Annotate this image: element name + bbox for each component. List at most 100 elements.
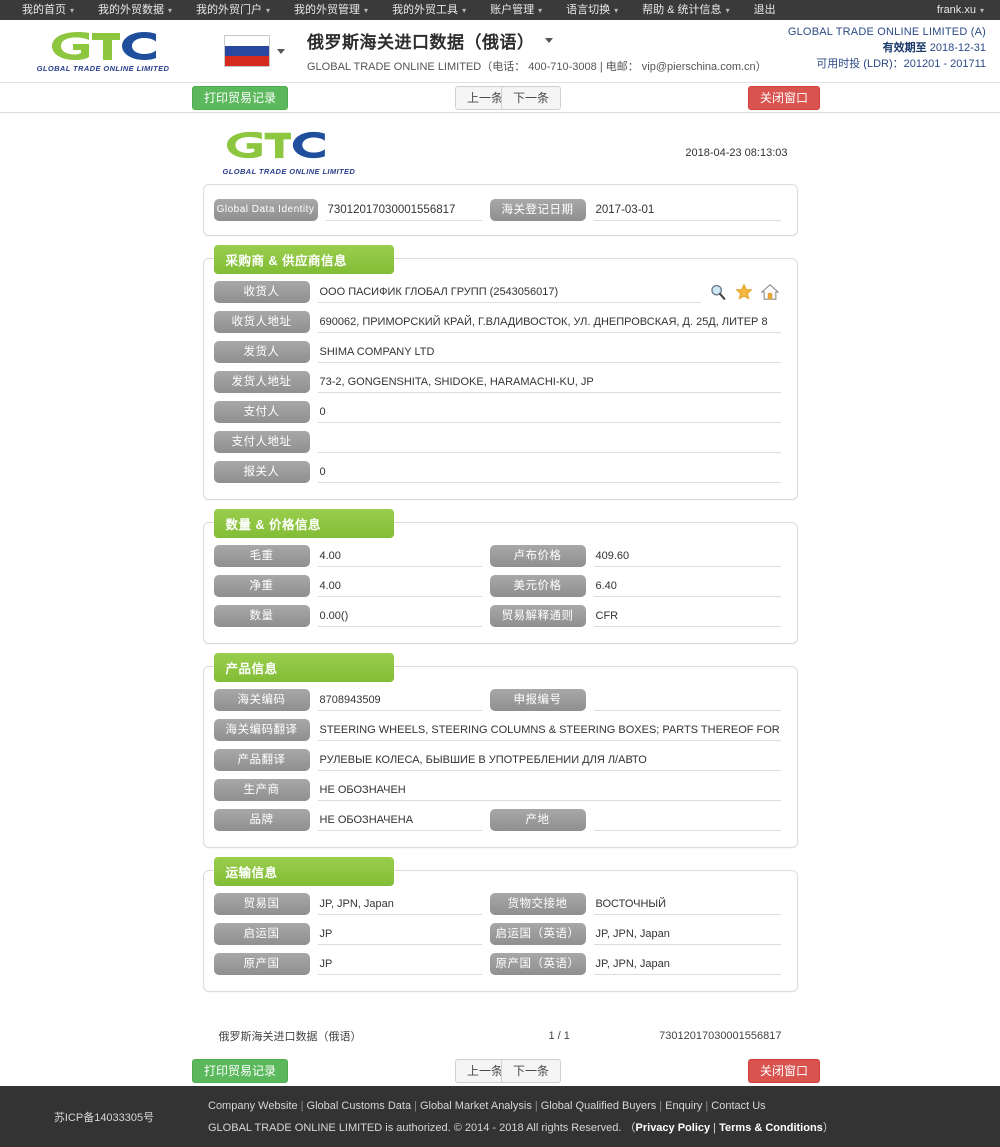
footer-content: Company Website | Global Customs Data | Glob… xyxy=(208,1095,834,1139)
consignee-address-label: 收货人地址 xyxy=(213,311,310,333)
nav-item-label: 退出 xyxy=(753,4,776,16)
global-data-identity-value: 73012017030001556817 xyxy=(325,199,482,221)
hs-code-value: 8708943509 xyxy=(317,689,482,711)
origin-place-value xyxy=(593,809,781,831)
document-logo-subtitle: GLOBAL TRADE ONLINE LIMITED xyxy=(222,167,356,176)
header-title-block: 俄罗斯海关进口数据（俄语） GLOBAL TRADE ONLINE LIMITE… xyxy=(307,28,767,74)
declaration-number-value xyxy=(593,689,781,711)
copyright-text: GLOBAL TRADE ONLINE LIMITED is authorize… xyxy=(208,1121,636,1134)
field-net-weight: 净重 4.00 xyxy=(213,575,482,597)
footer-link-global-customs-data[interactable]: Global Customs Data xyxy=(307,1100,412,1112)
brand-logo[interactable]: GLOBAL TRADE ONLINE LIMITED xyxy=(28,29,178,73)
field-consignee: 收货人 ООО ПАСИФИК ГЛОБАЛ ГРУПП (2543056017… xyxy=(213,281,781,303)
user-menu[interactable]: frank.xu ▾ xyxy=(925,0,990,21)
footer-link-global-qualified-buyers[interactable]: Global Qualified Buyers xyxy=(541,1100,657,1112)
account-name: GLOBAL TRADE ONLINE LIMITED (A) xyxy=(787,26,986,38)
close-window-button[interactable]: 关闭窗口 xyxy=(748,86,821,110)
language-flag-selector[interactable] xyxy=(224,35,285,67)
footer-link-privacy-policy[interactable]: Privacy Policy xyxy=(636,1122,711,1134)
nav-item-0[interactable]: 我的首页 ▾ xyxy=(10,0,86,21)
nav-item-4[interactable]: 我的外贸工具 ▾ xyxy=(380,0,478,21)
buyer-supplier-section: 采购商 & 供应商信息 收货人 ООО ПАСИФИК ГЛОБАЛ ГРУПП… xyxy=(202,245,798,500)
footer-separator: | xyxy=(659,1099,663,1112)
nav-item-label: 我的外贸管理 xyxy=(294,3,361,16)
hs-code-description-value: STEERING WHEELS, STEERING COLUMNS & STEE… xyxy=(317,719,781,741)
field-pair-origin-country: 原产国 JP 原产国（英语） JP, JPN, Japan xyxy=(213,953,781,975)
quantity-price-section: 数量 & 价格信息 毛重 4.00 卢布价格 409.60 净重 4.00 美元… xyxy=(202,509,798,644)
brand-label: 品牌 xyxy=(213,809,310,831)
top-navigation-bar: 我的首页 ▾ 我的外贸数据 ▾ 我的外贸门户 ▾ 我的外贸管理 ▾ 我的外贸工具 ▾ 账户… xyxy=(0,0,1000,20)
home-icon[interactable] xyxy=(760,283,779,301)
departure-country-label: 启运国 xyxy=(213,923,310,945)
field-pair-departure-country: 启运国 JP 启运国（英语） JP, JPN, Japan xyxy=(213,923,781,945)
net-weight-value: 4.00 xyxy=(317,575,482,597)
declaration-number-label: 申报编号 xyxy=(489,689,586,711)
departure-country-en-value: JP, JPN, Japan xyxy=(593,923,781,945)
chevron-down-icon: ▾ xyxy=(979,5,984,15)
field-rub-price: 卢布价格 409.60 xyxy=(489,545,781,567)
field-pair-gross-weight: 毛重 4.00 卢布价格 409.60 xyxy=(213,545,781,567)
field-shipper-address: 发货人地址 73-2, GONGENSHITA, SHIDOKE, HARAMA… xyxy=(213,371,781,393)
record-action-icons xyxy=(709,283,781,301)
delivery-place-label: 货物交接地 xyxy=(489,893,586,915)
top-action-toolbar: 打印贸易记录 上一条 下一条 关闭窗口 xyxy=(0,83,1000,113)
chevron-down-icon xyxy=(277,48,285,54)
nav-item-3[interactable]: 我的外贸管理 ▾ xyxy=(282,0,380,21)
footer-link-contact-us[interactable]: Contact Us xyxy=(711,1100,765,1112)
incoterms-value: CFR xyxy=(593,605,781,627)
chevron-down-icon: ▾ xyxy=(364,5,369,15)
field-departure-country-en: 启运国（英语） JP, JPN, Japan xyxy=(489,923,781,945)
print-trade-record-button[interactable]: 打印贸易记录 xyxy=(192,86,289,110)
document-logo: GLOBAL TRADE ONLINE LIMITED xyxy=(223,129,356,176)
usd-price-label: 美元价格 xyxy=(489,575,586,597)
field-product-description: 产品翻译 РУЛЕВЫЕ КОЛЕСА, БЫВШИЕ В УПОТРЕБЛЕН… xyxy=(213,749,781,771)
nav-item-6[interactable]: 语言切换 ▾ xyxy=(554,0,630,21)
customs-register-date-value: 2017-03-01 xyxy=(593,199,781,221)
nav-item-label: 帮助 & 统计信息 xyxy=(642,3,722,16)
chevron-down-icon: ▾ xyxy=(538,5,543,15)
print-trade-record-button-bottom[interactable]: 打印贸易记录 xyxy=(192,1059,289,1083)
origin-country-value: JP xyxy=(317,953,482,975)
origin-country-en-label: 原产国（英语） xyxy=(489,953,586,975)
section-title-product-info: 产品信息 xyxy=(213,653,394,682)
nav-item-8[interactable]: 退出 xyxy=(742,0,788,20)
departure-country-en-label: 启运国（英语） xyxy=(489,923,586,945)
shipper-value: SHIMA COMPANY LTD xyxy=(317,341,781,363)
search-icon[interactable] xyxy=(709,283,727,301)
customs-register-date-field: 海关登记日期 2017-03-01 xyxy=(489,199,781,221)
hs-code-description-label: 海关编码翻译 xyxy=(213,719,310,741)
page-subtitle: GLOBAL TRADE ONLINE LIMITED（电话： 400-710-… xyxy=(307,61,767,73)
field-quantity: 数量 0.00() xyxy=(213,605,482,627)
footer-link-company-website[interactable]: Company Website xyxy=(208,1100,298,1112)
next-record-button-bottom[interactable]: 下一条 xyxy=(501,1059,562,1083)
account-validity: 有效期至 2018-12-31 xyxy=(788,40,986,56)
delivery-place-value: ВОСТОЧНЫЙ xyxy=(593,893,781,915)
rub-price-label: 卢布价格 xyxy=(489,545,586,567)
footer-link-terms-conditions[interactable]: Terms & Conditions xyxy=(719,1122,823,1134)
nav-item-5[interactable]: 账户管理 ▾ xyxy=(478,0,554,21)
chevron-down-icon xyxy=(544,38,553,43)
next-record-button[interactable]: 下一条 xyxy=(501,86,562,110)
nav-item-label: 我的外贸门户 xyxy=(196,3,263,16)
document-header: GLOBAL TRADE ONLINE LIMITED 2018-04-23 0… xyxy=(203,123,798,184)
chevron-down-icon: ▾ xyxy=(70,5,75,15)
payer-address-label: 支付人地址 xyxy=(213,431,310,453)
close-window-button-bottom[interactable]: 关闭窗口 xyxy=(748,1059,821,1083)
footer-link-enquiry[interactable]: Enquiry xyxy=(665,1100,702,1112)
validity-label: 有效期至 xyxy=(882,42,927,54)
document-footer-page: 1 / 1 xyxy=(548,1030,570,1042)
manufacturer-label: 生产商 xyxy=(213,779,310,801)
section-title-transport-info: 运输信息 xyxy=(213,857,394,886)
nav-item-2[interactable]: 我的外贸门户 ▾ xyxy=(184,0,282,21)
transport-info-section: 运输信息 贸易国 JP, JPN, Japan 货物交接地 ВОСТОЧНЫЙ … xyxy=(202,857,798,992)
star-icon[interactable] xyxy=(735,283,753,301)
declarant-label: 报关人 xyxy=(213,461,310,483)
chevron-down-icon: ▾ xyxy=(168,5,173,15)
global-data-identity-label: Global Data Identity xyxy=(213,199,318,221)
validity-value: 2018-12-31 xyxy=(929,42,986,54)
chevron-down-icon: ▾ xyxy=(725,5,730,15)
page-title-row[interactable]: 俄罗斯海关进口数据（俄语） xyxy=(307,28,767,53)
footer-link-global-market-analysis[interactable]: Global Market Analysis xyxy=(420,1100,532,1112)
nav-item-1[interactable]: 我的外贸数据 ▾ xyxy=(86,0,184,21)
nav-item-7[interactable]: 帮助 & 统计信息 ▾ xyxy=(630,0,741,21)
